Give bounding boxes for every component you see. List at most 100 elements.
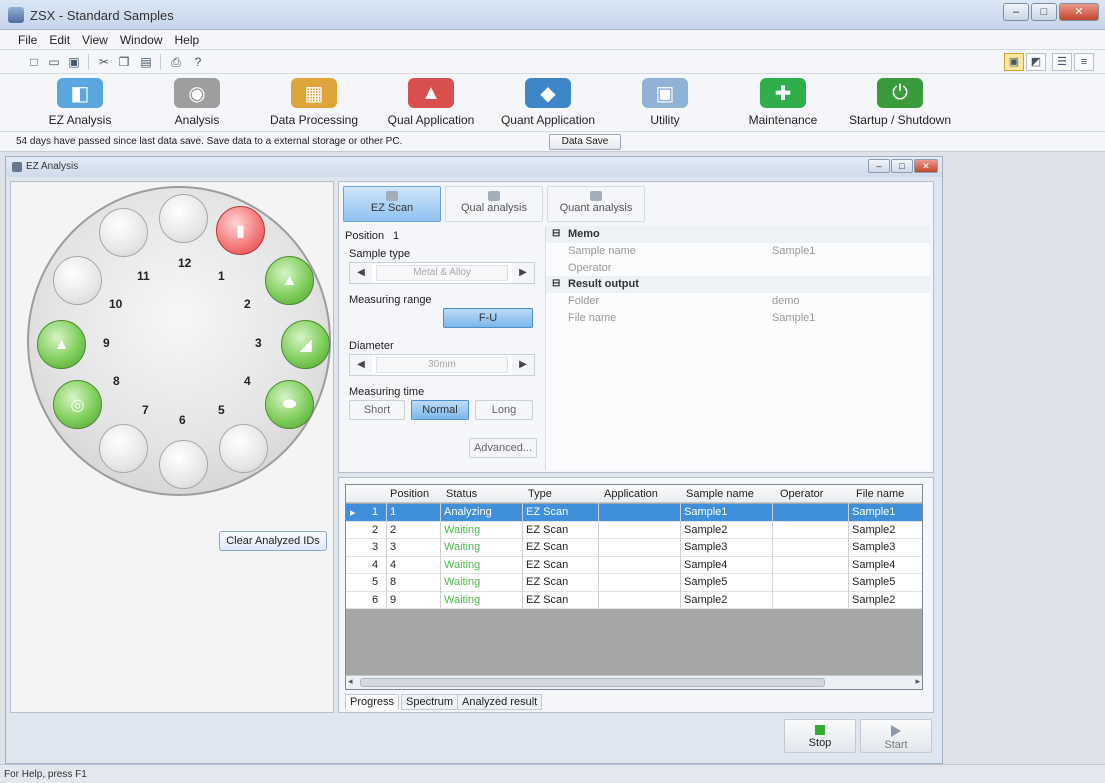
data-save-button[interactable]: Data Save bbox=[549, 134, 621, 150]
menu-help[interactable]: Help bbox=[169, 30, 206, 49]
child-title-bar[interactable]: EZ Analysis – □ ✕ bbox=[6, 157, 942, 177]
tile-horizontal-icon[interactable]: ☰ bbox=[1052, 53, 1072, 71]
analysis-button[interactable]: ◉ Analysis bbox=[160, 78, 234, 127]
data-processing-button[interactable]: ▦ Data Processing bbox=[266, 78, 362, 127]
scroll-left-icon[interactable]: ◂ bbox=[348, 676, 353, 687]
menu-edit[interactable]: Edit bbox=[43, 30, 76, 49]
clear-analyzed-ids-button[interactable]: Clear Analyzed IDs bbox=[219, 531, 327, 551]
collapse-icon[interactable]: ⊟ bbox=[552, 228, 560, 239]
tab-analyzed-result[interactable]: Analyzed result bbox=[457, 694, 543, 710]
slot-number: 5 bbox=[218, 403, 225, 417]
sample-slot-5[interactable] bbox=[219, 424, 268, 473]
utility-button[interactable]: ▣ Utility bbox=[634, 78, 696, 127]
print-icon[interactable]: ⎙ bbox=[168, 54, 184, 70]
startup-shutdown-button[interactable]: ⏻ Startup / Shutdown bbox=[842, 78, 958, 127]
position-value: 1 bbox=[393, 230, 400, 242]
column-header-application[interactable]: Application bbox=[604, 488, 658, 500]
sample-slot-2[interactable]: ▲ bbox=[265, 256, 314, 305]
advanced-button[interactable]: Advanced... bbox=[469, 438, 537, 458]
table-row[interactable]: 2 2 Waiting EZ Scan Sample2 Sample2 bbox=[346, 521, 922, 539]
file-name-row[interactable]: File name Sample1 bbox=[546, 310, 930, 327]
time-long-button[interactable]: Long bbox=[475, 400, 533, 420]
stop-button[interactable]: Stop bbox=[784, 719, 856, 753]
sample-slot-10[interactable] bbox=[53, 256, 102, 305]
paste-icon[interactable]: ▤ bbox=[138, 54, 154, 70]
sample-slot-3[interactable]: ◢ bbox=[281, 320, 330, 369]
new-file-icon[interactable]: □ bbox=[26, 54, 42, 70]
operator-row[interactable]: Operator bbox=[546, 260, 930, 277]
diameter-value: 30mm bbox=[376, 357, 508, 373]
save-icon[interactable]: ▣ bbox=[66, 54, 82, 70]
menu-window[interactable]: Window bbox=[114, 30, 169, 49]
table-row[interactable]: 4 4 Waiting EZ Scan Sample4 Sample4 bbox=[346, 556, 922, 574]
sample-slot-1[interactable]: ▮ bbox=[216, 206, 265, 255]
tab-ez-scan[interactable]: EZ Scan bbox=[343, 186, 441, 222]
child-minimize-button[interactable]: – bbox=[868, 159, 890, 173]
table-row[interactable]: 3 3 Waiting EZ Scan Sample3 Sample3 bbox=[346, 539, 922, 557]
column-header-operator[interactable]: Operator bbox=[780, 488, 823, 500]
child-maximize-button[interactable]: □ bbox=[891, 159, 913, 173]
tab-spectrum[interactable]: Spectrum bbox=[401, 694, 459, 710]
ez-analysis-button[interactable]: ◧ EZ Analysis bbox=[40, 78, 120, 127]
sample-name-row[interactable]: Sample name Sample1 bbox=[546, 243, 930, 260]
qual-application-button[interactable]: ▲ Qual Application bbox=[382, 78, 480, 127]
maximize-button[interactable]: □ bbox=[1031, 3, 1057, 21]
status-bar: For Help, press F1 bbox=[0, 764, 1105, 783]
scroll-right-icon[interactable]: ▸ bbox=[915, 676, 920, 687]
sample-slot-12[interactable] bbox=[159, 194, 208, 243]
time-normal-button[interactable]: Normal bbox=[411, 400, 469, 420]
menu-file[interactable]: File bbox=[12, 30, 43, 49]
sample-slot-4[interactable]: ⬬ bbox=[265, 380, 314, 429]
row-sample-name: Sample3 bbox=[684, 541, 728, 553]
horizontal-scrollbar[interactable]: ◂ ▸ bbox=[346, 675, 922, 689]
title-bar[interactable]: ZSX - Standard Samples – □ ✕ bbox=[0, 0, 1105, 30]
layout-toggle-icon[interactable]: ▣ bbox=[1004, 53, 1024, 71]
table-row[interactable]: ▸ 1 1 Analyzing EZ Scan Sample1 Sample1 bbox=[346, 504, 922, 522]
copy-icon[interactable]: ❐ bbox=[116, 54, 132, 70]
maintenance-button[interactable]: ✚ Maintenance bbox=[744, 78, 822, 127]
time-short-button[interactable]: Short bbox=[349, 400, 405, 420]
minimize-button[interactable]: – bbox=[1003, 3, 1029, 21]
tile-vertical-icon[interactable]: ≡ bbox=[1074, 53, 1094, 71]
help-icon[interactable]: ? bbox=[190, 54, 206, 70]
column-header-status[interactable]: Status bbox=[446, 488, 477, 500]
row-status: Analyzing bbox=[444, 506, 492, 518]
column-header-position[interactable]: Position bbox=[390, 488, 429, 500]
measuring-range-button[interactable]: F-U bbox=[443, 308, 533, 328]
folder-row[interactable]: Folder demo bbox=[546, 293, 930, 310]
tab-progress[interactable]: Progress bbox=[345, 694, 400, 710]
collapse-icon[interactable]: ⊟ bbox=[552, 278, 560, 289]
sample-slot-7[interactable] bbox=[99, 424, 148, 473]
diameter-spinner[interactable]: ◀ 30mm ▶ bbox=[349, 354, 535, 376]
tab-qual-analysis[interactable]: Qual analysis bbox=[445, 186, 543, 222]
next-arrow-icon[interactable]: ▶ bbox=[512, 263, 534, 283]
memo-category[interactable]: ⊟ Memo bbox=[546, 226, 930, 243]
column-header-sample-name[interactable]: Sample name bbox=[686, 488, 754, 500]
column-header-type[interactable]: Type bbox=[528, 488, 552, 500]
next-arrow-icon[interactable]: ▶ bbox=[512, 355, 534, 375]
scroll-thumb[interactable] bbox=[360, 678, 825, 687]
previous-arrow-icon[interactable]: ◀ bbox=[350, 355, 372, 375]
table-row[interactable]: 5 8 Waiting EZ Scan Sample5 Sample5 bbox=[346, 574, 922, 592]
previous-arrow-icon[interactable]: ◀ bbox=[350, 263, 372, 283]
child-close-button[interactable]: ✕ bbox=[914, 159, 938, 173]
result-output-category[interactable]: ⊟ Result output bbox=[546, 276, 930, 293]
row-pointer-icon: ▸ bbox=[350, 507, 356, 519]
sample-slot-6[interactable] bbox=[159, 440, 208, 489]
cut-icon[interactable]: ✂ bbox=[96, 54, 112, 70]
sample-slot-11[interactable] bbox=[99, 208, 148, 257]
table-row[interactable]: 6 9 Waiting EZ Scan Sample2 Sample2 bbox=[346, 591, 922, 609]
row-type: EZ Scan bbox=[526, 541, 569, 553]
sample-type-spinner[interactable]: ◀ Metal & Alloy ▶ bbox=[349, 262, 535, 284]
quant-application-button[interactable]: ◆ Quant Application bbox=[496, 78, 600, 127]
start-button[interactable]: Start bbox=[860, 719, 932, 753]
close-button[interactable]: ✕ bbox=[1059, 3, 1099, 21]
open-folder-icon[interactable]: ▭ bbox=[46, 54, 62, 70]
tab-quant-analysis[interactable]: Quant analysis bbox=[547, 186, 645, 222]
column-header-file-name[interactable]: File name bbox=[856, 488, 904, 500]
sample-slot-9[interactable]: ▲ bbox=[37, 320, 86, 369]
sample-slot-8[interactable]: ◎ bbox=[53, 380, 102, 429]
cascade-icon[interactable]: ◩ bbox=[1026, 53, 1046, 71]
menu-view[interactable]: View bbox=[76, 30, 114, 49]
utility-icon: ▣ bbox=[642, 78, 688, 108]
